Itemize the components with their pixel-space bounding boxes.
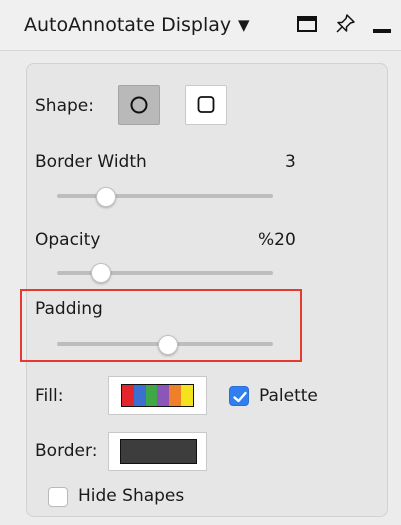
fill-palette-swatch — [121, 384, 194, 407]
rectangle-shape-button[interactable] — [185, 85, 227, 125]
hide-shapes-label[interactable]: Hide Shapes — [78, 486, 184, 506]
palette-color — [157, 385, 170, 406]
checkmark-icon — [233, 391, 247, 403]
palette-color — [145, 385, 158, 406]
border-color-swatch — [120, 439, 197, 464]
rectangle-icon — [197, 96, 215, 113]
ellipse-shape-button[interactable] — [118, 85, 160, 125]
border-width-slider-track[interactable] — [57, 194, 273, 198]
opacity-value: %20 — [258, 230, 296, 250]
padding-label: Padding — [35, 299, 103, 319]
palette-label[interactable]: Palette — [259, 386, 318, 406]
border-width-label: Border Width — [35, 152, 147, 172]
panel-titlebar: AutoAnnotate Display ▼ — [0, 0, 401, 51]
minimize-icon[interactable] — [371, 13, 393, 35]
dropdown-caret-icon[interactable]: ▼ — [238, 16, 250, 34]
palette-color — [181, 385, 193, 406]
palette-color — [133, 385, 146, 406]
border-label: Border: — [35, 441, 98, 461]
border-width-value: 3 — [285, 152, 296, 172]
palette-color — [122, 385, 134, 406]
border-width-slider-knob[interactable] — [95, 187, 116, 207]
shape-label: Shape: — [35, 96, 94, 116]
opacity-label: Opacity — [35, 230, 101, 250]
palette-color — [169, 385, 182, 406]
fill-color-button[interactable] — [108, 376, 207, 415]
hide-shapes-checkbox[interactable] — [48, 487, 68, 507]
palette-checkbox[interactable] — [229, 386, 249, 406]
panel-title[interactable]: AutoAnnotate Display — [24, 14, 231, 36]
border-color-button[interactable] — [108, 432, 207, 471]
ellipse-icon — [130, 96, 148, 114]
fill-label: Fill: — [35, 386, 64, 406]
opacity-slider-track[interactable] — [57, 271, 273, 275]
maximize-window-icon[interactable] — [296, 13, 318, 35]
pin-icon[interactable] — [334, 13, 356, 35]
